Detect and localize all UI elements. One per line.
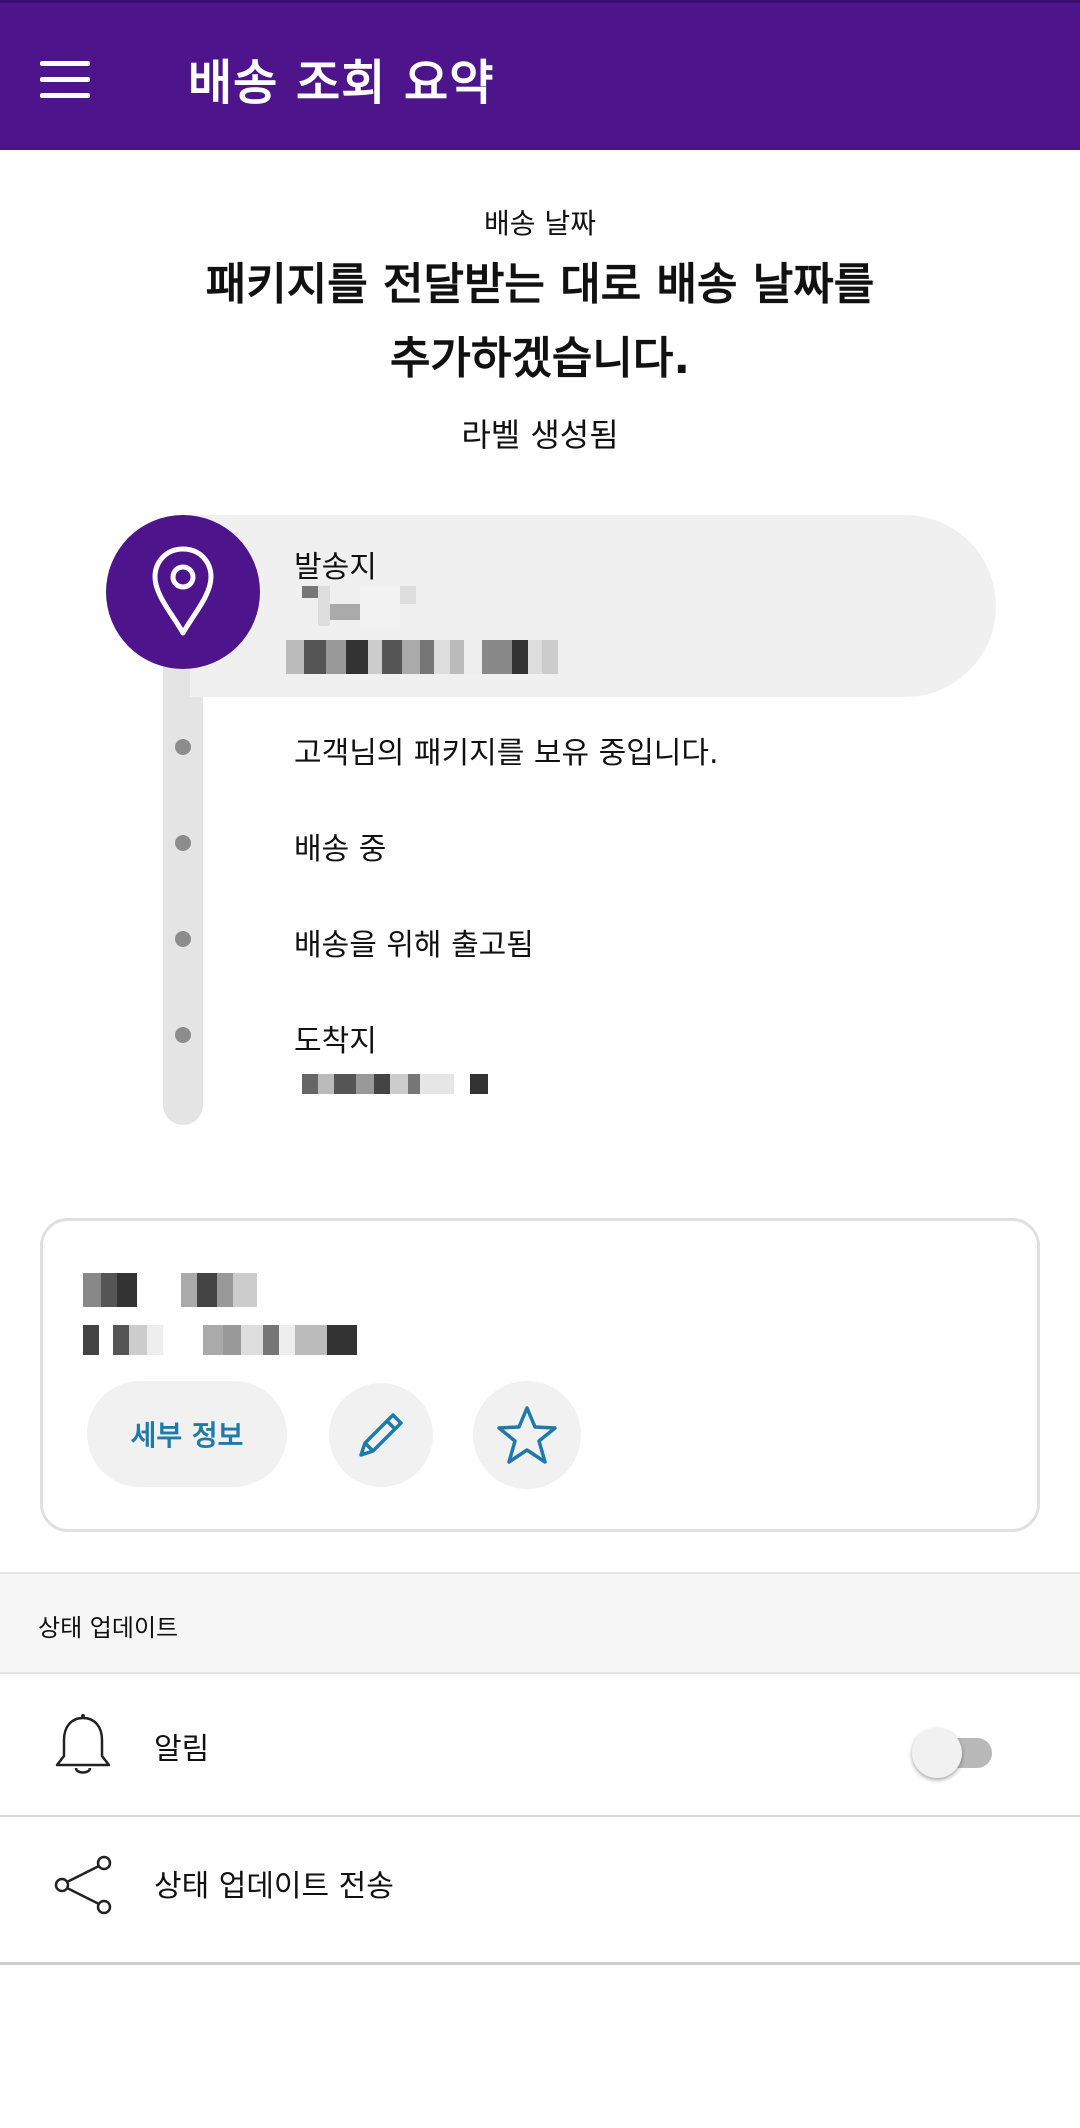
- send-updates-label: 상태 업데이트 전송: [154, 1869, 394, 1904]
- notifications-toggle[interactable]: [912, 1724, 996, 1780]
- timeline-step: 고객님의 패키지를 보유 중입니다.: [294, 736, 719, 771]
- delivery-date-message: 패키지를 전달받는 대로 배송 날짜를 추가하겠습니다.: [0, 248, 1080, 396]
- app-bar: 배송 조회 요약: [0, 0, 1080, 150]
- timeline-step: 배송을 위해 출고됨: [294, 928, 534, 963]
- status-updates-header: 상태 업데이트: [0, 1572, 1080, 1674]
- destination-label: 도착지: [294, 1024, 377, 1059]
- details-button[interactable]: 세부 정보: [87, 1381, 287, 1487]
- bell-icon: [55, 1714, 111, 1774]
- shipment-info-redacted: [83, 1325, 357, 1355]
- pencil-icon: [359, 1413, 403, 1457]
- origin-city-redacted: [302, 586, 416, 626]
- timeline-dot: [175, 739, 191, 755]
- timeline-step: 배송 중: [294, 832, 387, 867]
- edit-button[interactable]: [329, 1383, 433, 1487]
- notifications-label: 알림: [154, 1732, 210, 1767]
- favorite-button[interactable]: [473, 1381, 581, 1489]
- menu-icon[interactable]: [40, 45, 108, 113]
- timeline-dot: [175, 1027, 191, 1043]
- tracking-number-redacted: [83, 1273, 257, 1307]
- page-title: 배송 조회 요약: [188, 55, 495, 111]
- delivery-message-line-1: 패키지를 전달받는 대로 배송 날짜를: [205, 259, 875, 310]
- origin-label: 발송지: [294, 550, 377, 585]
- origin-address-redacted: [286, 640, 558, 674]
- timeline-dot: [175, 931, 191, 947]
- share-icon: [54, 1855, 112, 1915]
- star-icon: [497, 1406, 557, 1464]
- delivery-message-line-2: 추가하겠습니다.: [389, 333, 691, 384]
- divider: [0, 1962, 1080, 1965]
- origin-marker: [106, 515, 260, 669]
- timeline-dot: [175, 835, 191, 851]
- shipment-card: 세부 정보: [40, 1218, 1040, 1532]
- send-updates-row[interactable]: 상태 업데이트 전송: [0, 1817, 1080, 1963]
- destination-address-redacted: [302, 1074, 488, 1094]
- location-pin-icon: [152, 546, 214, 636]
- status-updates-title: 상태 업데이트: [38, 1614, 179, 1642]
- delivery-date-label: 배송 날짜: [484, 207, 596, 240]
- shipment-status: 라벨 생성됨: [461, 416, 619, 454]
